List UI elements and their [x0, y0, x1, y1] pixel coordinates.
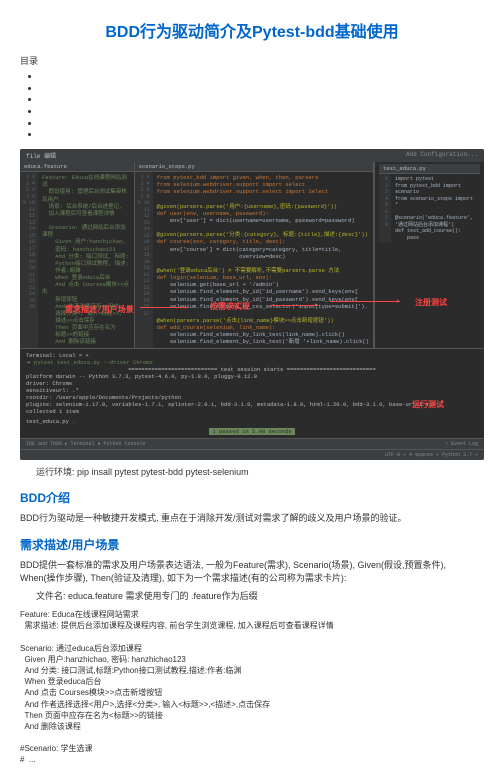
- arrow-icon: [330, 301, 400, 302]
- test-code: import pytest from pytest_bdd import sce…: [391, 174, 480, 243]
- steps-code: from pytest_bdd import given, when, then…: [153, 172, 373, 347]
- right-pane: test_educa.py 1 2 3 4 5 6 7 8 import pyt…: [374, 162, 484, 347]
- terminal-line: collected 1 item: [26, 408, 478, 415]
- prompt: ➜: [26, 359, 34, 366]
- terminal-line: sensitiveurl: .*: [26, 387, 478, 394]
- line-gutter: 1 2 3 4 5 6 7 8 9 10 11 12 13 14 15 16 1…: [135, 172, 153, 347]
- status-info: UTF-8 ÷ 4 spaces ÷ Python 3.7 ÷: [385, 452, 478, 458]
- toc-label: 目录: [20, 54, 484, 67]
- terminal-header: Terminal: Local × +: [26, 352, 478, 359]
- ide-screenshot: file 编辑 Add Configuration... educa.featu…: [20, 149, 484, 459]
- status-bar: IDE and TODO ▸ Terminal ♦ Python Console…: [20, 438, 484, 449]
- file-line: 文件名: educa.feature 需求使用专门的 .feature作为后缀: [20, 590, 484, 604]
- feature-code: Feature: Educa在线课程网站测试 假设使用: 管理后台测试集审核及用…: [38, 172, 134, 347]
- ide-config: Add Configuration...: [406, 151, 478, 160]
- toc-item[interactable]: [40, 106, 484, 118]
- run-env: 运行环境: pip insall pytest pytest-bdd pytes…: [20, 466, 484, 480]
- terminal-line: plugins: selenium-1.17.0, variables-1.7.…: [26, 401, 478, 408]
- annotation-left: 需求描述/用户场景: [65, 304, 134, 315]
- ide-menu: file 编辑: [26, 151, 56, 160]
- toc-item[interactable]: [40, 94, 484, 106]
- tab-steps: scenario_steps.py: [135, 162, 373, 172]
- terminal-line: driver: Chrome: [26, 380, 478, 387]
- status-bar-2: UTF-8 ÷ 4 spaces ÷ Python 3.7 ÷: [20, 449, 484, 460]
- line-gutter: 1 2 3 4 5 6 7 8 9 10 11 12 13 14 15 16 1…: [20, 172, 38, 347]
- toc-item[interactable]: [40, 129, 484, 141]
- scene-heading: 需求描述/用户场景: [20, 536, 484, 553]
- terminal-panel: Terminal: Local × + ➜ pytest test_educa.…: [20, 348, 484, 438]
- arrow-icon: [270, 305, 318, 306]
- terminal-line: =========================== test session…: [26, 366, 478, 373]
- toc-item[interactable]: [40, 83, 484, 95]
- line-gutter: 1 2 3 4 5 6 7 8: [379, 174, 391, 243]
- annotation-mid: 按需求实现: [210, 301, 250, 312]
- terminal-cmd: pytest test_educa.py --driver Chrome: [34, 359, 153, 366]
- tab-test: test_educa.py: [379, 164, 480, 174]
- page-title: BDD行为驱动简介及Pytest-bdd基础使用: [20, 18, 484, 42]
- terminal-line: platform darwin -- Python 3.7.3, pytest-…: [26, 373, 478, 380]
- terminal-line: rootdir: /Users/apple/Documents/Projects…: [26, 394, 478, 401]
- status-left: IDE and TODO ▸ Terminal ♦ Python Console: [26, 441, 146, 447]
- bdd-intro-text: BDD行为驱动是一种敏捷开发模式, 重点在于消除开发/测试对需求了解的歧义及用户…: [20, 512, 484, 526]
- annotation-right: 注册测试: [415, 297, 447, 308]
- feature-code-block: Feature: Educa在线课程网站需求 需求描述: 提供后台添加课程及课程…: [20, 609, 484, 766]
- toc-item[interactable]: [40, 118, 484, 130]
- scene-text: BDD提供一套标准的需求及用户场景表达语法, 一般为Feature(需求), S…: [20, 559, 484, 586]
- arrow-icon: [140, 307, 188, 308]
- tab-feature: educa.feature: [20, 162, 134, 172]
- terminal-pass: 1 passed in 5.08 seconds: [209, 428, 294, 435]
- toc-item[interactable]: [40, 71, 484, 83]
- toc-list: [40, 71, 484, 141]
- terminal-dot: .: [72, 418, 75, 425]
- bdd-intro-heading: BDD介绍: [20, 489, 484, 506]
- annotation-run: 运行测试: [412, 399, 444, 410]
- terminal-file: test_educa.py: [26, 418, 72, 425]
- status-right: ○ Event Log: [445, 441, 478, 447]
